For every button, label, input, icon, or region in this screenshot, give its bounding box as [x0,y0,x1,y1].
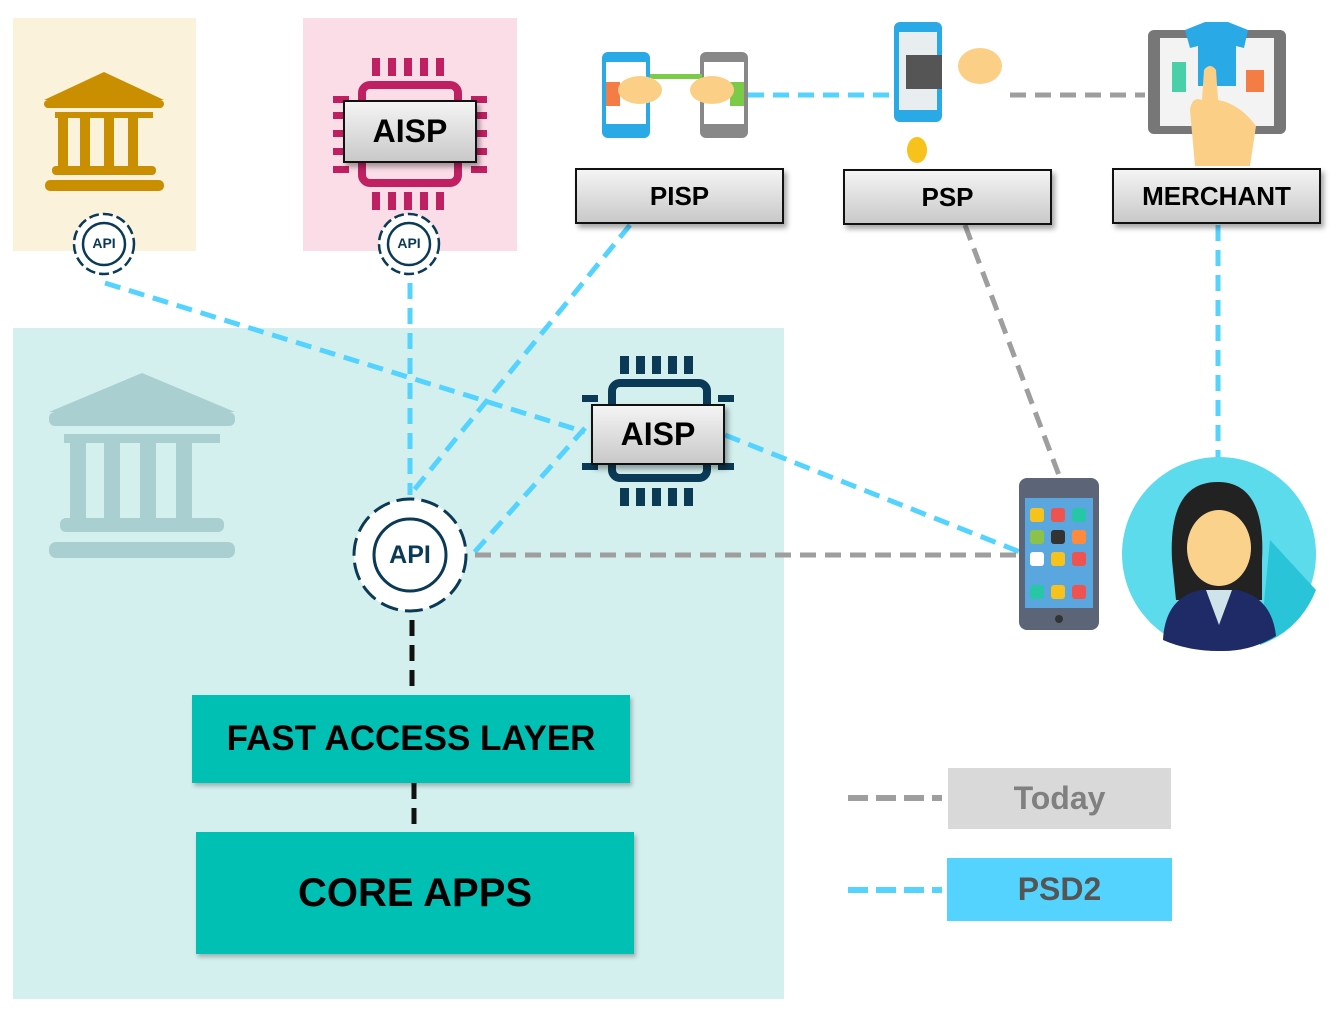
aisp-core-label[interactable]: AISP [591,404,725,465]
pos-payment-icon [894,22,1002,163]
psp-label[interactable]: PSP [843,169,1052,225]
merchant-label[interactable]: MERCHANT [1112,168,1321,224]
phone-payment-icon [602,52,748,138]
core-apps-box[interactable]: CORE APPS [196,832,634,954]
legend-lines [848,795,942,893]
shopping-tablet-icon [1148,22,1286,166]
fast-access-layer-box[interactable]: FAST ACCESS LAYER [192,695,630,783]
pisp-label[interactable]: PISP [575,168,784,224]
bank-icon [44,72,164,191]
api-small-aisp-text: API [397,235,421,251]
psd2-link [470,426,587,557]
today-link [962,224,1063,479]
api-core-text[interactable]: API [380,541,440,570]
smartphone-icon [1019,478,1099,630]
legend-today: Today [948,768,1171,829]
legend-psd2: PSD2 [947,858,1172,921]
aisp-top-label[interactable]: AISP [343,100,477,163]
psd2-link [724,432,1021,555]
bank-icon-faded [49,373,235,558]
user-avatar-icon [1122,457,1316,652]
api-small-bank-text: API [92,235,116,251]
